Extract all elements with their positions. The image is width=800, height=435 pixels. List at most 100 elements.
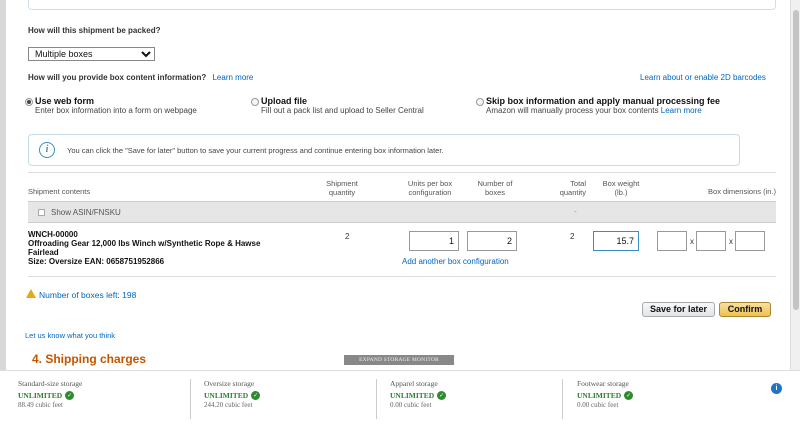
units-per-box-input[interactable] <box>409 231 459 251</box>
option-skip-desc-text: Amazon will manually process your box co… <box>486 106 659 115</box>
packing-question: How will this shipment be packed? <box>28 26 161 35</box>
box-weight-input[interactable] <box>593 231 639 251</box>
storage-standard-sub: 88.49 cubic feet <box>18 401 63 409</box>
box-length-input[interactable] <box>657 231 687 251</box>
box-height-input[interactable] <box>735 231 765 251</box>
row-shipment-quantity: 2 <box>345 232 350 241</box>
storage-oversize: Oversize storage UNLIMITED ✓ 244.20 cubic… <box>204 379 261 409</box>
header-units-per-box: Units per box configuration <box>399 179 461 197</box>
storage-divider <box>562 379 563 419</box>
show-asin-row: Show ASIN/FNSKU - <box>28 201 776 223</box>
radio-skip-box-info[interactable] <box>476 98 484 106</box>
storage-footwear-name: Footwear storage <box>577 379 629 388</box>
storage-oversize-sub: 244.20 cubic feet <box>204 401 253 409</box>
save-for-later-button[interactable]: Save for later <box>642 302 715 317</box>
storage-footwear: Footwear storage UNLIMITED ✓ 0.00 cubic f… <box>577 379 634 409</box>
storage-oversize-name: Oversize storage <box>204 379 255 388</box>
header-number-of-boxes-l2: boxes <box>484 188 505 197</box>
box-content-question-text: How will you provide box content informa… <box>28 73 207 82</box>
box-content-question: How will you provide box content informa… <box>28 73 253 82</box>
storage-oversize-status: UNLIMITED ✓ <box>204 391 261 400</box>
dim-separator-1: x <box>690 237 694 246</box>
storage-standard-name: Standard-size storage <box>18 379 83 388</box>
header-box-dimensions: Box dimensions (in.) <box>708 187 776 196</box>
add-box-configuration-link[interactable]: Add another box configuration <box>402 257 509 266</box>
header-units-per-box-l1: Units per box <box>407 179 453 188</box>
page-scrollbar[interactable] <box>790 0 800 370</box>
option-skip-box-info[interactable]: Skip box information and apply manual pr… <box>486 96 720 115</box>
radio-web-form[interactable] <box>25 98 33 106</box>
storage-divider <box>190 379 191 419</box>
number-of-boxes-input[interactable] <box>467 231 517 251</box>
save-info-box: i You can click the "Save for later" but… <box>28 134 740 166</box>
confirm-button[interactable]: Confirm <box>719 302 771 317</box>
product-name-line1: Offroading Gear 12,000 lbs Winch w/Synth… <box>28 239 261 248</box>
option-skip-title: Skip box information and apply manual pr… <box>486 96 721 106</box>
storage-standard-status: UNLIMITED ✓ <box>18 391 82 400</box>
boxes-left-text: Number of boxes left: 198 <box>39 290 137 300</box>
storage-monitor: Standard-size storage UNLIMITED ✓ 88.49 c… <box>0 370 800 435</box>
shipment-page: How will this shipment be packed? Multip… <box>6 0 790 370</box>
check-icon: ✓ <box>65 391 75 400</box>
previous-section-box <box>28 0 776 10</box>
storage-standard-status-text: UNLIMITED <box>18 391 63 400</box>
option-upload-file[interactable]: Upload file Fill out a pack list and upl… <box>261 96 424 115</box>
feedback-link[interactable]: Let us know what you think <box>25 331 115 340</box>
radio-upload-file[interactable] <box>251 98 259 106</box>
expand-storage-monitor-button[interactable]: EXPAND STORAGE MONITOR <box>344 355 454 365</box>
option-skip-learn-more-link[interactable]: Learn more <box>661 106 702 115</box>
box-content-learn-more-link[interactable]: Learn more <box>212 73 253 82</box>
storage-apparel-status: UNLIMITED ✓ <box>390 391 447 400</box>
option-upload-file-title: Upload file <box>261 96 308 106</box>
packing-select[interactable]: Multiple boxes <box>28 47 155 61</box>
product-name-line2: Fairlead <box>28 248 59 257</box>
storage-footwear-sub: 0.00 cubic feet <box>577 401 619 409</box>
header-box-weight-l1: Box weight <box>602 179 640 188</box>
header-number-of-boxes-l1: Number of <box>477 179 513 188</box>
option-skip-desc: Amazon will manually process your box co… <box>486 106 720 115</box>
check-icon: ✓ <box>624 391 634 400</box>
save-info-text: You can click the "Save for later" butto… <box>67 146 444 155</box>
header-box-weight: Box weight (lb.) <box>596 179 646 197</box>
dim-separator-2: x <box>729 237 733 246</box>
table-bottom-border <box>28 276 776 277</box>
storage-apparel: Apparel storage UNLIMITED ✓ 0.00 cubic fe… <box>390 379 447 409</box>
product-info: WNCH-00000 Offroading Gear 12,000 lbs Wi… <box>28 230 308 266</box>
header-box-weight-l2: (lb.) <box>614 188 628 197</box>
header-total-quantity: Total quantity <box>550 179 586 197</box>
storage-apparel-sub: 0.00 cubic feet <box>390 401 432 409</box>
check-icon: ✓ <box>251 391 261 400</box>
storage-oversize-status-text: UNLIMITED <box>204 391 249 400</box>
box-width-input[interactable] <box>696 231 726 251</box>
storage-footwear-status: UNLIMITED ✓ <box>577 391 634 400</box>
scrollbar-thumb[interactable] <box>793 10 799 310</box>
storage-footwear-status-text: UNLIMITED <box>577 391 622 400</box>
header-total-quantity-l1: Total <box>570 179 586 188</box>
option-web-form-desc: Enter box information into a form on web… <box>35 106 197 115</box>
warning-icon <box>26 289 36 298</box>
show-asin-label: Show ASIN/FNSKU <box>51 208 121 217</box>
header-shipment-quantity-l1: Shipment <box>326 179 358 188</box>
storage-apparel-name: Apparel storage <box>390 379 438 388</box>
storage-standard: Standard-size storage UNLIMITED ✓ 88.49 c… <box>18 379 82 409</box>
header-total-quantity-l2: quantity <box>559 188 586 197</box>
storage-info-icon[interactable]: i <box>771 383 782 394</box>
shipping-charges-heading: 4. Shipping charges <box>32 352 147 366</box>
header-number-of-boxes: Number of boxes <box>470 179 520 197</box>
asin-dash: - <box>574 207 577 216</box>
table-top-border <box>28 172 776 173</box>
check-icon: ✓ <box>437 391 447 400</box>
option-web-form-title: Use web form <box>35 96 95 106</box>
storage-divider <box>376 379 377 419</box>
row-total-quantity: 2 <box>570 232 575 241</box>
product-size-ean: Size: Oversize EAN: 0658751952866 <box>28 257 165 266</box>
storage-apparel-status-text: UNLIMITED <box>390 391 435 400</box>
barcodes-link[interactable]: Learn about or enable 2D barcodes <box>640 73 766 82</box>
info-icon: i <box>39 142 55 158</box>
header-shipment-contents: Shipment contents <box>28 187 91 196</box>
option-web-form[interactable]: Use web form Enter box information into … <box>35 96 197 115</box>
product-sku: WNCH-00000 <box>28 230 78 239</box>
header-shipment-quantity-l2: quantity <box>328 188 356 197</box>
option-upload-file-desc: Fill out a pack list and upload to Selle… <box>261 106 424 115</box>
show-asin-checkbox[interactable] <box>38 209 45 216</box>
